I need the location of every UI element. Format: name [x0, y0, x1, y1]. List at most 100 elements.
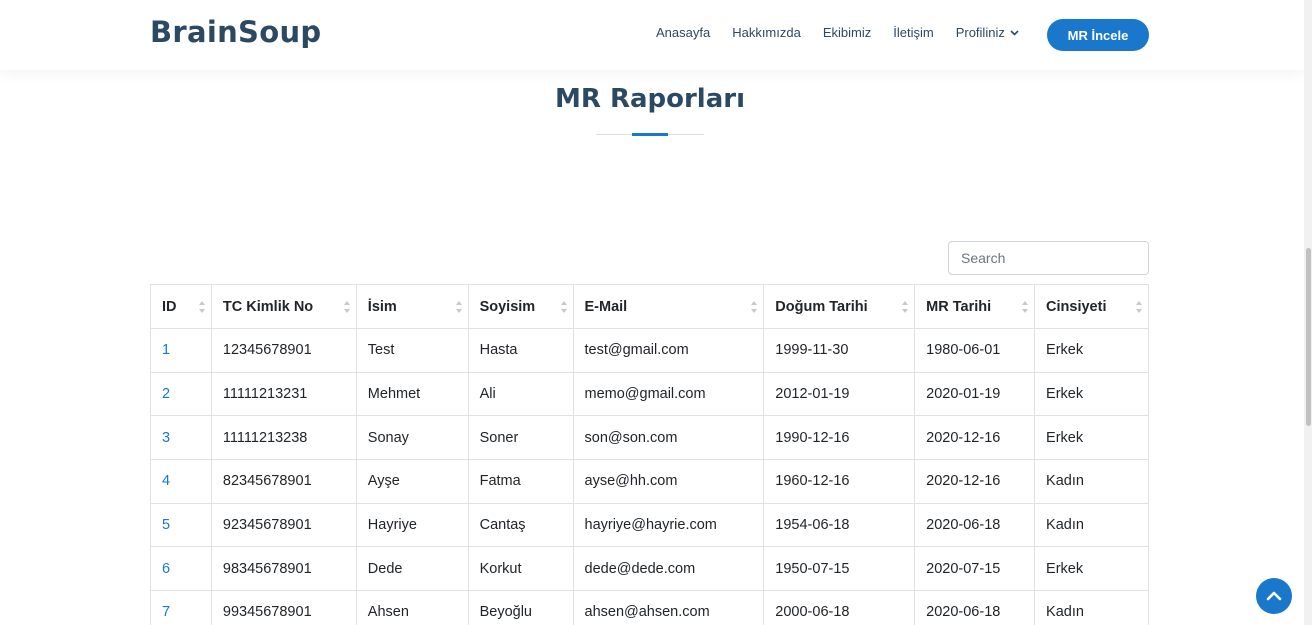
table-cell-soyisim: Soner — [467, 415, 574, 461]
column-header-id[interactable]: ID — [150, 284, 212, 329]
table-body: 1 12345678901 Test Hasta test@gmail.com 1999-… — [150, 328, 1149, 625]
table-cell-soyisim: Fatma — [467, 459, 574, 504]
profile-dropdown-label: Profiliniz — [955, 25, 1005, 40]
table-cell-dogum-tarihi: 2012-01-19 — [763, 371, 916, 417]
nav-ekibimiz[interactable]: Ekibimiz — [823, 25, 871, 40]
sort-icon — [902, 301, 909, 313]
table-cell-mr-tarihi: 1980-06-01 — [914, 328, 1036, 373]
table-cell-mr-tarihi: 2020-12-16 — [914, 459, 1036, 504]
table-cell-mr-tarihi: 2020-01-19 — [914, 371, 1036, 417]
table-cell-tc-kimlik-no: 99345678901 — [210, 590, 357, 625]
table-cell-tc-kimlik-no: 98345678901 — [210, 546, 357, 592]
table-cell-dogum-tarihi: 1999-11-30 — [763, 328, 916, 373]
table-cell-isim: Sonay — [355, 415, 469, 461]
page-scrollbar-thumb[interactable] — [1306, 248, 1311, 426]
table-cell-soyisim: Cantaş — [467, 502, 574, 548]
search-input[interactable] — [948, 241, 1149, 275]
table-cell-cinsiyeti: Erkek — [1034, 328, 1149, 373]
sort-icon — [1022, 301, 1029, 313]
table-cell-soyisim: Hasta — [467, 328, 574, 373]
table-cell-isim: Ayşe — [355, 459, 469, 504]
column-header-isim[interactable]: İsim — [355, 284, 469, 329]
table-row[interactable]: 4 82345678901 Ayşe Fatma ayse@hh.com 1960-12-… — [150, 459, 1149, 504]
column-header-label: Cinsiyeti — [1046, 298, 1107, 315]
table-cell-mr-tarihi: 2020-06-18 — [914, 590, 1036, 625]
nav-iletisim[interactable]: İletişim — [893, 25, 933, 40]
mr-incele-button[interactable]: MR İncele — [1047, 19, 1149, 51]
sort-icon — [198, 301, 205, 313]
table-header: ID TC Kimlik No İsim Soyisim E-Mail Doğum Tar… — [150, 284, 1149, 329]
sort-icon — [560, 301, 567, 313]
column-header-label: E-Mail — [584, 298, 628, 315]
column-header-cinsiyeti[interactable]: Cinsiyeti — [1034, 284, 1149, 329]
table-cell-cinsiyeti: Erkek — [1034, 546, 1149, 592]
column-header-tc-kimlik-no[interactable]: TC Kimlik No — [210, 284, 357, 329]
table-cell-tc-kimlik-no: 92345678901 — [210, 502, 357, 548]
column-header-mr-tarihi[interactable]: MR Tarihi — [914, 284, 1036, 329]
table-cell-tc-kimlik-no: 12345678901 — [210, 328, 357, 373]
table-cell-id[interactable]: 6 — [150, 546, 212, 592]
table-cell-dogum-tarihi: 2000-06-18 — [763, 590, 916, 625]
column-header-label: TC Kimlik No — [222, 298, 314, 315]
column-header-label: Soyisim — [479, 298, 536, 315]
table-cell-e-mail: ahsen@ahsen.com — [572, 590, 765, 625]
scroll-to-top-button[interactable] — [1256, 578, 1292, 614]
table-cell-soyisim: Ali — [467, 371, 574, 417]
table-cell-mr-tarihi: 2020-07-15 — [914, 546, 1036, 592]
table-cell-dogum-tarihi: 1960-12-16 — [763, 459, 916, 504]
title-divider-accent — [632, 133, 668, 136]
table-cell-soyisim: Beyoğlu — [467, 590, 574, 625]
column-header-dogum-tarihi[interactable]: Doğum Tarihi — [763, 284, 916, 329]
table-cell-id[interactable]: 7 — [150, 590, 212, 625]
table-cell-isim: Hayriye — [355, 502, 469, 548]
table-cell-e-mail: test@gmail.com — [572, 328, 765, 373]
table-cell-cinsiyeti: Erkek — [1034, 415, 1149, 461]
mr-reports-table: ID TC Kimlik No İsim Soyisim E-Mail Doğum Tar… — [150, 284, 1149, 625]
table-row[interactable]: 5 92345678901 Hayriye Cantaş hayriye@hayrie.… — [150, 502, 1149, 548]
table-cell-dogum-tarihi: 1990-12-16 — [763, 415, 916, 461]
column-header-e-mail[interactable]: E-Mail — [572, 284, 765, 329]
column-header-label: MR Tarihi — [926, 298, 992, 315]
table-cell-cinsiyeti: Kadın — [1034, 459, 1149, 504]
table-row[interactable]: 1 12345678901 Test Hasta test@gmail.com 1999-… — [150, 328, 1149, 373]
page-title: MR Raporları — [555, 84, 745, 114]
table-cell-isim: Test — [355, 328, 469, 373]
table-cell-isim: Dede — [355, 546, 469, 592]
table-cell-e-mail: dede@dede.com — [572, 546, 765, 592]
table-cell-e-mail: memo@gmail.com — [572, 371, 765, 417]
column-header-soyisim[interactable]: Soyisim — [467, 284, 574, 329]
table-row[interactable]: 6 98345678901 Dede Korkut dede@dede.com 1950-… — [150, 546, 1149, 592]
table-cell-tc-kimlik-no: 82345678901 — [210, 459, 357, 504]
sort-icon — [343, 301, 350, 313]
nav-anasayfa[interactable]: Anasayfa — [656, 25, 710, 40]
column-header-label: ID — [162, 298, 177, 315]
table-cell-mr-tarihi: 2020-06-18 — [914, 502, 1036, 548]
table-cell-dogum-tarihi: 1954-06-18 — [763, 502, 916, 548]
table-row[interactable]: 2 11111213231 Mehmet Ali memo@gmail.com 2012-… — [150, 371, 1149, 417]
column-header-label: İsim — [367, 298, 397, 315]
chevron-up-icon — [1266, 591, 1282, 601]
profile-dropdown[interactable]: Profiliniz — [956, 25, 1019, 40]
nav-hakkimizda[interactable]: Hakkımızda — [732, 25, 801, 40]
table-cell-id[interactable]: 3 — [150, 415, 212, 461]
table-cell-cinsiyeti: Kadın — [1034, 502, 1149, 548]
table-cell-cinsiyeti: Erkek — [1034, 371, 1149, 417]
table-row[interactable]: 7 99345678901 Ahsen Beyoğlu ahsen@ahsen.com 2… — [150, 590, 1149, 625]
table-cell-id[interactable]: 5 — [150, 502, 212, 548]
table-cell-dogum-tarihi: 1950-07-15 — [763, 546, 916, 592]
sort-icon — [751, 301, 758, 313]
table-row[interactable]: 3 11111213238 Sonay Soner son@son.com 1990-12… — [150, 415, 1149, 461]
table-cell-id[interactable]: 2 — [150, 371, 212, 417]
chevron-down-icon — [1010, 29, 1019, 36]
column-header-label: Doğum Tarihi — [775, 298, 868, 315]
table-header-row: ID TC Kimlik No İsim Soyisim E-Mail Doğum Tar… — [150, 284, 1149, 329]
table-cell-soyisim: Korkut — [467, 546, 574, 592]
table-cell-id[interactable]: 4 — [150, 459, 212, 504]
table-cell-tc-kimlik-no: 11111213231 — [210, 371, 357, 417]
table-cell-id[interactable]: 1 — [150, 328, 212, 373]
table-cell-e-mail: ayse@hh.com — [572, 459, 765, 504]
table-cell-cinsiyeti: Kadın — [1034, 590, 1149, 625]
logo[interactable]: BrainSoup — [150, 15, 321, 49]
table-cell-isim: Mehmet — [355, 371, 469, 417]
table-cell-e-mail: hayriye@hayrie.com — [572, 502, 765, 548]
